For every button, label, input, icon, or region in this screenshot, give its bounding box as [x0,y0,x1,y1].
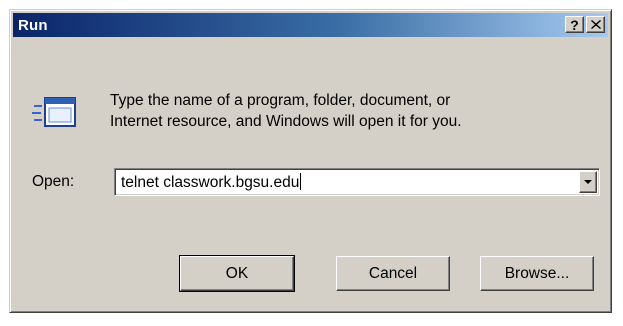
help-button[interactable]: ? [565,16,584,33]
chevron-down-icon [584,180,592,184]
text-cursor [300,173,302,190]
window-title: Run [18,16,48,34]
close-button[interactable] [586,16,605,33]
description-line-2: Internet resource, and Windows will open… [110,113,462,130]
description-line-1: Type the name of a program, folder, docu… [110,92,451,109]
open-input-value: telnet classwork.bgsu.edu [121,174,300,191]
description-text: Type the name of a program, folder, docu… [110,90,462,132]
close-icon [590,20,601,29]
open-label: Open: [32,173,75,190]
open-combobox[interactable]: telnet classwork.bgsu.edu [114,168,600,196]
run-program-icon [32,97,76,127]
ok-button[interactable]: OK [179,255,295,292]
browse-button[interactable]: Browse... [480,256,594,291]
cancel-button[interactable]: Cancel [336,256,450,291]
run-dialog: Run ? Type the name of a program, folder… [9,9,612,313]
dropdown-button[interactable] [579,171,597,193]
open-input[interactable]: telnet classwork.bgsu.edu [121,173,302,192]
title-bar[interactable]: Run ? [13,13,608,37]
